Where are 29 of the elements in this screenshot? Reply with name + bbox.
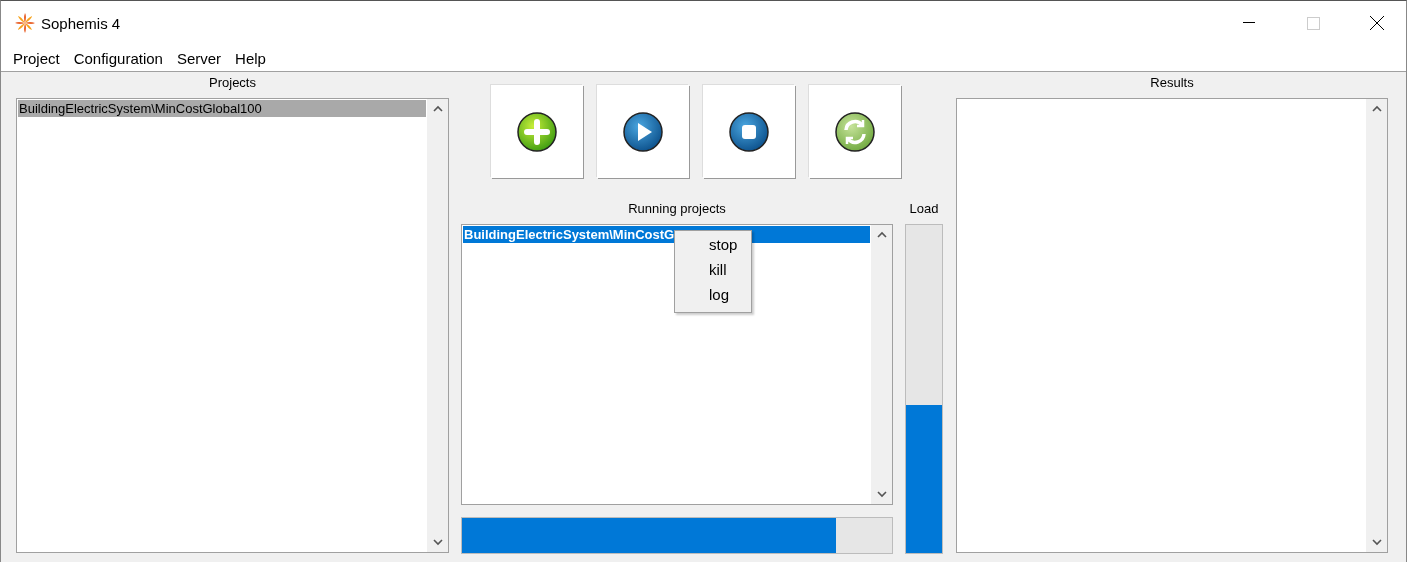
scroll-down-icon[interactable]	[876, 491, 887, 498]
list-item[interactable]: BuildingElectricSystem\MinCostGlobal100	[18, 100, 426, 117]
stop-icon	[727, 110, 770, 153]
menu-item[interactable]: Configuration	[66, 49, 170, 67]
panel-title: Results	[1149, 74, 1195, 92]
context-menu-item[interactable]: log	[675, 284, 751, 309]
window-title: Sophemis 4	[41, 14, 122, 32]
app-logo-icon	[15, 13, 35, 33]
close-icon[interactable]	[1370, 16, 1384, 30]
scroll-up-icon[interactable]	[876, 231, 887, 238]
toolbar-button[interactable]	[596, 85, 689, 178]
context-menu-item[interactable]: kill	[675, 259, 751, 284]
panel-title: Running projects	[627, 200, 727, 218]
scroll-down-icon[interactable]	[1371, 539, 1382, 546]
panel-title: Load	[908, 200, 940, 218]
add-icon	[515, 110, 558, 153]
toolbar-button[interactable]	[702, 85, 795, 178]
menu-item[interactable]: Server	[169, 49, 229, 67]
scroll-up-icon[interactable]	[432, 105, 443, 112]
toolbar-button[interactable]	[808, 85, 901, 178]
scroll-down-icon[interactable]	[432, 539, 443, 546]
minimize-icon[interactable]	[1243, 22, 1255, 24]
panel-title: Projects	[208, 74, 257, 92]
menu-item[interactable]: Help	[228, 49, 273, 67]
refresh-icon	[833, 110, 876, 153]
toolbar-button[interactable]	[490, 85, 583, 178]
scroll-up-icon[interactable]	[1371, 105, 1382, 112]
menu-item[interactable]: Project	[6, 49, 67, 67]
play-icon	[621, 110, 664, 153]
